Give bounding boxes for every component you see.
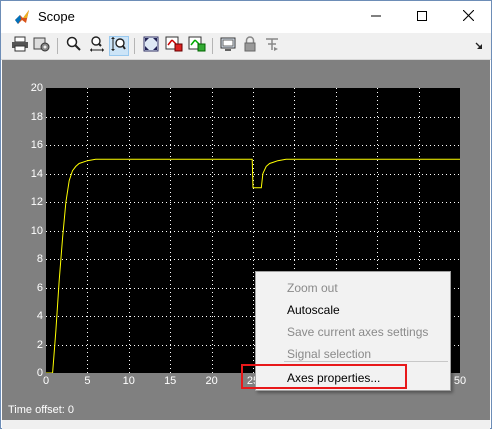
toolbar-separator — [57, 38, 58, 54]
autoscale-button[interactable] — [141, 36, 161, 56]
highlight-box — [241, 364, 407, 389]
minimize-icon — [371, 8, 381, 26]
y-tick-label: 14 — [30, 167, 43, 180]
window-title: Scope — [38, 9, 75, 24]
save-axes-icon — [165, 36, 183, 57]
maximize-icon — [417, 8, 427, 26]
lock-icon — [243, 35, 257, 57]
toolbar — [1, 33, 491, 60]
signal-selection-button[interactable] — [262, 36, 282, 56]
restore-axes-button[interactable] — [187, 36, 207, 56]
zoom-y-button[interactable] — [109, 36, 129, 56]
y-tick-label: 18 — [30, 110, 43, 123]
x-tick-label: 15 — [164, 375, 177, 387]
toolbar-separator — [212, 38, 213, 54]
matlab-icon — [14, 9, 30, 25]
restore-axes-icon — [188, 36, 206, 57]
signal-selection-icon — [264, 36, 280, 57]
floating-scope-button[interactable] — [218, 36, 238, 56]
print-icon — [11, 36, 29, 57]
menu-separator — [284, 361, 448, 362]
y-tick-label: 2 — [36, 338, 43, 351]
title-bar[interactable]: Scope — [1, 1, 491, 33]
y-tick-label: 8 — [36, 253, 43, 265]
print-button[interactable] — [10, 36, 30, 56]
autoscale-icon — [143, 36, 159, 57]
zoom-x-button[interactable] — [87, 35, 107, 57]
menu-item-save-axes-settings[interactable]: Save current axes settings — [287, 325, 428, 339]
save-axes-button[interactable] — [164, 36, 184, 56]
zoom-button[interactable] — [64, 36, 84, 56]
y-tick-label: 6 — [36, 281, 43, 294]
lock-button[interactable] — [240, 35, 260, 57]
status-bar — [2, 420, 490, 429]
menu-item-zoom-out[interactable]: Zoom out — [287, 281, 338, 295]
toolbar-separator — [134, 38, 135, 54]
scope-window: Scope 20 18 16 14 12 10 8 6 4 2 0 0 5 10… — [0, 0, 492, 429]
time-offset-label: Time offset: 0 — [8, 404, 75, 416]
zoom-x-icon — [89, 35, 105, 57]
x-tick-label: 10 — [122, 375, 135, 387]
maximize-button[interactable] — [399, 1, 445, 33]
close-button[interactable] — [445, 1, 491, 33]
x-tick-label: 5 — [84, 375, 91, 387]
menu-item-signal-selection[interactable]: Signal selection — [287, 347, 371, 361]
y-tick-label: 4 — [36, 310, 43, 322]
x-tick-label: 0 — [42, 375, 50, 387]
y-tick-label: 16 — [30, 139, 43, 151]
floating-scope-icon — [220, 36, 236, 57]
y-tick-label: 20 — [30, 82, 43, 94]
arrow-down-right-icon — [475, 37, 483, 55]
minimize-button[interactable] — [353, 1, 399, 33]
zoom-y-icon — [111, 36, 127, 57]
menu-item-autoscale[interactable]: Autoscale — [287, 303, 340, 317]
x-tick-label: 20 — [205, 375, 218, 387]
parameters-icon — [33, 36, 51, 57]
y-tick-label: 10 — [30, 224, 43, 237]
toolbar-overflow-button[interactable] — [469, 36, 489, 56]
zoom-icon — [66, 36, 82, 57]
close-icon — [462, 8, 474, 26]
y-tick-label: 12 — [30, 196, 43, 208]
parameters-button[interactable] — [32, 36, 52, 56]
